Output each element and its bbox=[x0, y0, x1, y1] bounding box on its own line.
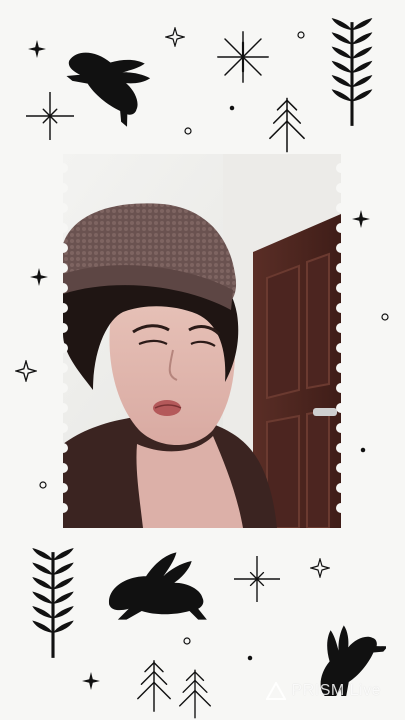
prism-live-watermark: PRISM Live bbox=[265, 682, 381, 700]
dot-icon bbox=[360, 447, 366, 453]
sparkle-icon bbox=[26, 92, 74, 140]
pine-tree-icon bbox=[137, 659, 171, 713]
dot-icon bbox=[297, 31, 305, 39]
rabbit-icon bbox=[108, 552, 207, 620]
sparkle-icon bbox=[82, 672, 100, 690]
sparkle-icon bbox=[30, 268, 48, 286]
dot-icon bbox=[184, 127, 192, 135]
triangle-logo-icon bbox=[265, 682, 286, 700]
wheat-icon bbox=[329, 18, 375, 128]
watermark-text: PRISM Live bbox=[291, 682, 381, 699]
sparkle-icon bbox=[165, 27, 185, 47]
dot-icon bbox=[229, 105, 235, 111]
pine-tree-icon bbox=[179, 669, 211, 719]
sparkle-icon bbox=[15, 360, 37, 382]
sparkle-icon bbox=[352, 210, 370, 228]
portrait-image bbox=[63, 154, 341, 528]
sparkle-icon bbox=[310, 558, 330, 578]
wheat-icon bbox=[30, 548, 76, 660]
sparkle-icon bbox=[28, 40, 46, 58]
rabbit-icon bbox=[60, 22, 166, 130]
dot-icon bbox=[247, 655, 253, 661]
photo bbox=[63, 154, 341, 528]
snowflake-icon bbox=[234, 556, 280, 602]
dot-icon bbox=[381, 313, 389, 321]
dot-icon bbox=[183, 637, 191, 645]
pine-tree-icon bbox=[269, 97, 305, 153]
dot-icon bbox=[39, 481, 47, 489]
snowflake-icon bbox=[216, 30, 270, 84]
